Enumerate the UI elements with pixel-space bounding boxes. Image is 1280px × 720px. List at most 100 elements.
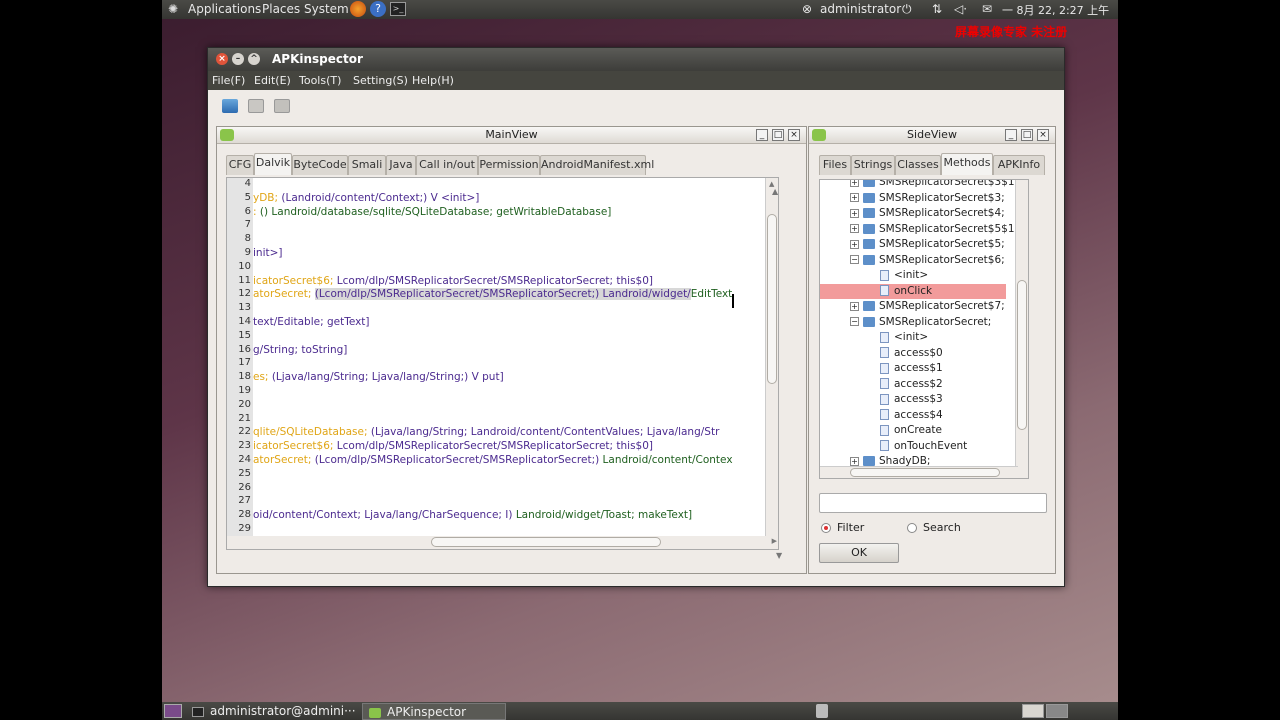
clock[interactable]: 一 8月 22, 2:27 上午 (1002, 2, 1109, 18)
mail-icon[interactable]: ✉ (982, 2, 992, 16)
expand-icon[interactable]: + (850, 301, 859, 311)
vertical-scroll-thumb[interactable] (767, 214, 777, 384)
sideview-titlebar[interactable]: SideView _ □ × (809, 127, 1055, 144)
code-line[interactable]: yDB; (Landroid/content/Context;) V <init… (253, 191, 479, 205)
scroll-down-arrow-icon[interactable]: ▼ (776, 551, 782, 560)
power-icon[interactable]: ⏻ (902, 2, 912, 17)
tree-hscroll-thumb[interactable] (850, 468, 1000, 477)
save-icon[interactable] (274, 99, 290, 113)
code-line[interactable]: atorSecret; (Lcom/dlp/SMSReplicatorSecre… (253, 287, 732, 301)
tab-smali[interactable]: Smali (348, 155, 386, 175)
taskbar-terminal[interactable]: administrator@admini··· (188, 703, 358, 720)
collapse-icon[interactable]: − (850, 317, 859, 326)
maximize-icon[interactable]: □ (772, 129, 784, 141)
tree-method-node[interactable]: onCreate (880, 423, 942, 438)
tree-method-node[interactable]: access$4 (880, 408, 943, 423)
network-icon[interactable]: ⇅ (932, 2, 942, 16)
tab-permission[interactable]: Permission (478, 155, 540, 175)
code-editor[interactable]: 4 5 6 7 8 9 10 11 12 13 14 15 16 17 18 19 20 21 22 23 24 25 26… (226, 177, 779, 550)
maximize-icon[interactable]: ^ (248, 53, 260, 65)
code-line[interactable]: icatorSecret$6; Lcom/dlp/SMSReplicatorSe… (253, 274, 653, 288)
tree-class-node[interactable]: + SMSReplicatorSecret$3; (850, 191, 1005, 206)
expand-icon[interactable]: + (850, 456, 859, 466)
tree-class-node[interactable]: + SMSReplicatorSecret$4; (850, 206, 1005, 221)
tree-class-node[interactable]: + SMSReplicatorSecret$5$1; (850, 222, 1018, 237)
menu-setting[interactable]: Setting(S) (353, 74, 408, 87)
workspace-switcher-2[interactable] (1046, 704, 1068, 718)
tab-strings[interactable]: Strings (851, 155, 895, 175)
tree-scroll-thumb[interactable] (1017, 280, 1027, 430)
tree-class-node[interactable]: + SMSReplicatorSecret$5; (850, 237, 1005, 252)
tree-method-node[interactable]: access$3 (880, 392, 943, 407)
menu-tools[interactable]: Tools(T) (299, 74, 341, 87)
tab-files[interactable]: Files (819, 155, 851, 175)
tree-horizontal-scrollbar[interactable] (820, 466, 1018, 478)
menu-file[interactable]: File(F) (212, 74, 245, 87)
code-line[interactable]: init>] (253, 246, 283, 260)
tab-java[interactable]: Java (386, 155, 416, 175)
ubuntu-logo-icon[interactable]: ✺ (168, 2, 178, 16)
applications-menu[interactable]: Applications (188, 2, 261, 16)
menu-help[interactable]: Help(H) (412, 74, 454, 87)
scroll-up-arrow-icon[interactable]: ▲ (772, 187, 792, 203)
tree-method-node[interactable]: <init> (880, 330, 928, 345)
close-icon[interactable]: × (788, 129, 800, 141)
places-menu[interactable]: Places (262, 2, 300, 16)
tab-bytecode[interactable]: ByteCode (292, 155, 348, 175)
code-line[interactable]: text/Editable; getText] (253, 315, 370, 329)
menu-edit[interactable]: Edit(E) (254, 74, 291, 87)
taskbar-apkinspector[interactable]: APKinspector (362, 703, 506, 720)
tree-method-node[interactable]: access$0 (880, 346, 943, 361)
code-line[interactable]: atorSecret; (Lcom/dlp/SMSReplicatorSecre… (253, 453, 733, 467)
tree-class-node[interactable]: − SMSReplicatorSecret$6; (850, 253, 1005, 268)
system-menu[interactable]: System (304, 2, 349, 16)
minimize-icon[interactable]: – (232, 53, 244, 65)
close-icon[interactable]: × (216, 53, 228, 65)
tree-method-node[interactable]: access$2 (880, 377, 943, 392)
scroll-right-icon[interactable]: ▶ (772, 537, 777, 545)
horizontal-scroll-thumb[interactable] (431, 537, 661, 547)
ok-button[interactable]: OK (819, 543, 899, 563)
tree-class-node[interactable]: + SMSReplicatorSecret$7; (850, 299, 1005, 314)
code-line[interactable]: oid/content/Context; Ljava/lang/CharSequ… (253, 508, 692, 522)
tree-method-node[interactable]: onClick (820, 283, 1006, 299)
maximize-icon[interactable]: □ (1021, 129, 1033, 141)
window-titlebar[interactable]: × – ^ APKinspector (208, 48, 1064, 71)
open-icon[interactable] (222, 99, 238, 113)
expand-icon[interactable]: + (850, 180, 859, 187)
tab-classes[interactable]: Classes (895, 155, 941, 175)
user-icon[interactable]: ⊗ (802, 2, 812, 16)
tree-method-node[interactable]: onTouchEvent (880, 439, 967, 454)
code-line[interactable]: es; (Ljava/lang/String; Ljava/lang/Strin… (253, 370, 504, 384)
filter-input[interactable] (819, 493, 1047, 513)
tree-class-node[interactable]: − SMSReplicatorSecret; (850, 315, 991, 330)
tab-androidmanifest[interactable]: AndroidManifest.xml (540, 155, 654, 175)
expand-icon[interactable]: + (850, 208, 859, 218)
show-desktop-icon[interactable] (164, 704, 182, 718)
mainview-titlebar[interactable]: MainView _ □ × (217, 127, 806, 144)
code-line[interactable]: g/String; toString] (253, 343, 347, 357)
code-line[interactable]: icatorSecret$6; Lcom/dlp/SMSReplicatorSe… (253, 439, 653, 453)
workspace-switcher[interactable] (1022, 704, 1044, 718)
code-line[interactable]: qlite/SQLiteDatabase; (Ljava/lang/String… (253, 425, 719, 439)
tab-dalvik[interactable]: Dalvik (254, 153, 292, 175)
horizontal-scrollbar[interactable]: ▶ (227, 536, 778, 549)
close-icon[interactable]: × (1037, 129, 1049, 141)
tab-methods[interactable]: Methods (941, 153, 993, 175)
tab-call-in-out[interactable]: Call in/out (416, 155, 478, 175)
code-line[interactable]: : () Landroid/database/sqlite/SQLiteData… (253, 205, 611, 219)
expand-icon[interactable]: + (850, 239, 859, 249)
filter-radio[interactable] (821, 523, 831, 533)
methods-tree[interactable]: + SMSReplicatorSecret$3$1; + SMSReplicatorS… (819, 179, 1029, 479)
expand-icon[interactable]: + (850, 193, 859, 202)
tab-cfg[interactable]: CFG (226, 155, 254, 175)
firefox-icon[interactable] (350, 1, 366, 17)
tree-method-node[interactable]: access$1 (880, 361, 943, 376)
search-radio[interactable] (907, 523, 917, 533)
expand-icon[interactable]: + (850, 224, 859, 233)
help-icon[interactable]: ? (370, 1, 386, 17)
minimize-icon[interactable]: _ (756, 129, 768, 141)
vertical-scrollbar[interactable]: ▲ (765, 178, 778, 538)
tree-class-node[interactable]: + SMSReplicatorSecret$3$1; (850, 180, 1018, 190)
tree-method-node[interactable]: <init> (880, 268, 928, 283)
